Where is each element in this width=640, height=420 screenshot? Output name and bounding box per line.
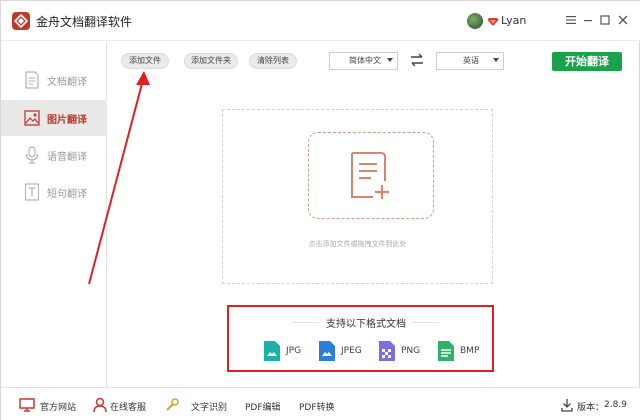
sidebar-item-sentence-translate[interactable]: 短句翻译 [1, 174, 107, 210]
pdf-edit-label: PDF编辑 [245, 403, 281, 413]
swap-languages-icon[interactable] [409, 52, 425, 68]
drop-hint-text: 点击添加文件或拖拽文件到此处 [308, 240, 407, 248]
sidebar-item-label: 短句翻译 [47, 189, 87, 200]
image-icon [24, 110, 40, 126]
format-label: PNG [401, 346, 421, 356]
wrench-icon [166, 398, 179, 411]
version-label: 版本： [577, 403, 605, 413]
clear-list-button[interactable]: 清除列表 [249, 53, 297, 69]
minimize-button[interactable] [579, 11, 597, 29]
close-button[interactable] [614, 11, 632, 29]
sidebar-item-label: 语音翻译 [47, 152, 87, 163]
document-icon [25, 71, 39, 89]
chevron-down-icon [493, 58, 499, 62]
app-logo-icon [12, 12, 30, 30]
close-icon [618, 15, 628, 25]
sidebar-item-label: 图片翻译 [47, 115, 87, 126]
text-icon [24, 183, 40, 201]
sidebar: 文档翻译 图片翻译 语音翻译 短句翻译 [1, 42, 107, 387]
format-label: JPG [286, 346, 302, 356]
supported-formats-title: 支持以下格式文档 [326, 319, 406, 330]
app-title: 金舟文档翻译软件 [36, 15, 133, 29]
menu-icon [566, 16, 576, 24]
microphone-icon [25, 146, 39, 164]
add-folder-button[interactable]: 添加文件夹 [184, 53, 238, 69]
menu-button[interactable] [562, 11, 580, 29]
maximize-icon [600, 15, 610, 25]
format-label: BMP [460, 346, 480, 356]
add-file-button[interactable]: 添加文件 [121, 53, 169, 69]
divider [291, 322, 319, 323]
minimize-icon [584, 20, 592, 22]
format-label: JPEG [341, 346, 362, 356]
sidebar-item-label: 文档翻译 [47, 77, 87, 88]
download-icon [561, 399, 573, 412]
source-language-select[interactable]: 简体中文 [329, 52, 398, 70]
monitor-icon [19, 398, 35, 412]
jpeg-file-icon [319, 341, 335, 361]
sidebar-item-voice-translate[interactable]: 语音翻译 [1, 137, 107, 173]
sidebar-item-image-translate[interactable]: 图片翻译 [1, 100, 107, 136]
title-bar: 金舟文档翻译软件 Lyan [1, 1, 640, 41]
jpg-file-icon [264, 341, 280, 361]
user-support-icon [93, 397, 107, 413]
ocr-label: 文字识别 [191, 403, 228, 413]
avatar[interactable] [467, 13, 483, 29]
bmp-file-icon [438, 341, 454, 361]
pdf-convert-label: PDF转换 [299, 403, 335, 413]
app-window: 金舟文档翻译软件 Lyan 文档翻译 图片翻译 语音翻译 短句翻译 添加文件 添… [0, 0, 640, 420]
sidebar-item-document-translate[interactable]: 文档翻译 [1, 62, 107, 98]
png-file-icon [379, 341, 395, 361]
target-language-value: 英语 [463, 56, 479, 65]
add-file-icon [351, 152, 389, 199]
online-support-label: 在线客服 [110, 403, 147, 413]
target-language-select[interactable]: 英语 [436, 52, 504, 70]
start-translate-button[interactable]: 开始翻译 [552, 52, 622, 71]
vip-diamond-icon [487, 18, 499, 26]
username[interactable]: Lyan [501, 14, 526, 27]
chevron-down-icon [387, 58, 393, 62]
official-site-label: 官方网站 [40, 403, 77, 413]
maximize-button[interactable] [596, 11, 614, 29]
divider [413, 322, 439, 323]
version-number: 2.8.9 [604, 400, 627, 410]
source-language-value: 简体中文 [349, 56, 381, 65]
